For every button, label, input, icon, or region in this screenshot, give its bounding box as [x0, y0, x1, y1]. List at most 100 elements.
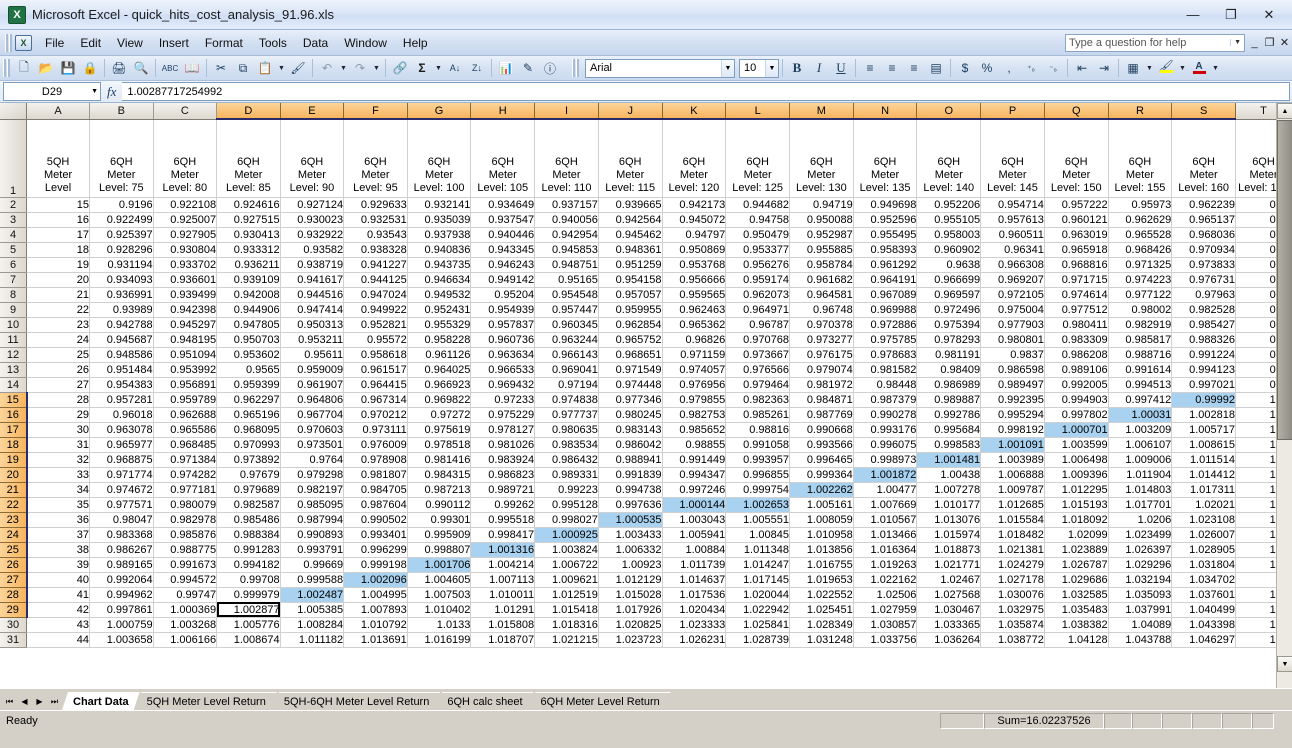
data-cell[interactable]: 1.003989 [980, 452, 1045, 468]
chevron-down-icon[interactable]: ▼ [721, 59, 734, 77]
column-header-p[interactable]: P [980, 103, 1045, 120]
last-sheet-button[interactable]: ⏭ [47, 693, 62, 710]
data-cell[interactable]: 1.000759 [89, 617, 154, 633]
data-cell[interactable]: 1.028905 [1171, 542, 1237, 558]
spreadsheet-grid[interactable]: A B C D E F G H I J K L M N O P Q R S T 1 5QH Meter Level 6QH Met… [0, 103, 1292, 688]
data-cell[interactable]: 0.948751 [534, 257, 599, 273]
insert-hyperlink-icon[interactable]: 🔗 [389, 58, 411, 79]
percent-style-button[interactable]: % [976, 58, 998, 79]
data-cell[interactable]: 0.982978 [153, 512, 218, 528]
data-cell[interactable]: 0.962688 [153, 407, 218, 423]
data-cell[interactable]: 0.973667 [725, 347, 790, 363]
data-cell[interactable]: 0.964415 [343, 377, 408, 393]
decrease-decimal-button[interactable]: ⁻₀ [1042, 58, 1064, 79]
data-cell[interactable]: 1.003268 [153, 617, 218, 633]
data-cell[interactable]: 0.944125 [343, 272, 408, 288]
data-cell[interactable]: 0.969822 [407, 392, 472, 408]
data-cell[interactable]: 0.977903 [980, 317, 1045, 333]
data-cell[interactable]: 0.982363 [725, 392, 790, 408]
data-cell[interactable]: 0.960736 [470, 332, 536, 348]
data-cell[interactable]: 1.01291 [470, 602, 536, 618]
data-cell[interactable]: 30 [26, 422, 91, 438]
row-header-30[interactable]: 30 [0, 617, 28, 633]
menu-window[interactable]: Window [336, 33, 395, 53]
data-cell[interactable]: 0.946243 [470, 257, 536, 273]
data-cell[interactable]: 0.982587 [216, 497, 281, 513]
data-cell[interactable]: 0.987604 [343, 497, 408, 513]
paste-icon[interactable]: 📋 [254, 58, 276, 79]
menu-format[interactable]: Format [197, 33, 251, 53]
data-cell[interactable]: 0.991283 [216, 542, 281, 558]
row-header-9[interactable]: 9 [0, 302, 28, 318]
data-cell[interactable]: 0.966923 [407, 377, 472, 393]
row-header-20[interactable]: 20 [0, 467, 28, 483]
row-header-26[interactable]: 26 [0, 557, 28, 573]
data-cell[interactable]: 1.030076 [980, 587, 1045, 603]
data-cell[interactable]: 1.026231 [662, 632, 727, 648]
data-cell[interactable]: 1.015808 [470, 617, 536, 633]
insert-function-icon[interactable]: fx [101, 84, 122, 100]
data-cell[interactable]: 1.00923 [598, 557, 663, 573]
data-cell[interactable]: 1.011348 [725, 542, 790, 558]
data-cell[interactable]: 0.987213 [407, 482, 472, 498]
data-cell[interactable]: 1.002487 [280, 587, 345, 603]
data-cell[interactable]: 0.944906 [216, 302, 281, 318]
data-cell[interactable]: 1.003433 [598, 527, 663, 543]
data-cell[interactable]: 1.000925 [534, 527, 599, 543]
data-cell[interactable]: 1.015028 [598, 587, 663, 603]
data-cell[interactable]: 1.019263 [853, 557, 918, 573]
bold-button[interactable]: B [786, 58, 808, 79]
data-cell[interactable]: 0.995294 [980, 407, 1045, 423]
drawing-icon[interactable]: ✎ [517, 58, 539, 79]
row-header-7[interactable]: 7 [0, 272, 28, 288]
data-cell[interactable]: 0.936211 [216, 257, 281, 273]
row-header-1[interactable]: 1 [0, 119, 28, 198]
redo-icon[interactable]: ↷ [349, 58, 371, 79]
data-cell[interactable]: 1.015974 [916, 527, 982, 543]
data-cell[interactable]: 0.968036 [1171, 227, 1237, 243]
data-cell[interactable]: 0.995684 [916, 422, 982, 438]
data-cell[interactable]: 0.932141 [407, 197, 472, 213]
data-cell[interactable]: 40 [26, 572, 91, 588]
data-cell[interactable]: 0.989106 [1044, 362, 1109, 378]
header-cell[interactable]: 6QH Meter Level: 150 [1044, 119, 1109, 198]
data-cell[interactable]: 0.979689 [216, 482, 281, 498]
permission-icon[interactable]: 🔒 [79, 58, 101, 79]
data-cell[interactable]: 0.969432 [470, 377, 536, 393]
header-cell[interactable]: 6QH Meter Level: 85 [216, 119, 281, 198]
data-cell[interactable]: 0.960345 [534, 317, 599, 333]
data-cell[interactable]: 38 [26, 542, 91, 558]
data-cell[interactable]: 0.963244 [534, 332, 599, 348]
increase-decimal-button[interactable]: ⁺₀ [1020, 58, 1042, 79]
data-cell[interactable]: 1.004605 [407, 572, 472, 588]
data-cell[interactable]: 1.033365 [916, 617, 982, 633]
data-cell[interactable]: 0.983534 [534, 437, 599, 453]
data-cell[interactable]: 0.94758 [725, 212, 790, 228]
column-header-o[interactable]: O [916, 103, 982, 120]
data-cell[interactable]: 1.003599 [1044, 437, 1109, 453]
data-cell[interactable]: 1.006332 [598, 542, 663, 558]
data-cell[interactable]: 0.977512 [1044, 302, 1109, 318]
data-cell[interactable]: 0.947805 [216, 317, 281, 333]
data-cell[interactable]: 0.962297 [216, 392, 281, 408]
data-cell[interactable]: 0.965918 [1044, 242, 1109, 258]
data-cell[interactable]: 0.954714 [980, 197, 1045, 213]
data-cell[interactable]: 0.959789 [153, 392, 218, 408]
data-cell[interactable]: 0.968485 [153, 437, 218, 453]
data-cell[interactable]: 0.994572 [153, 572, 218, 588]
data-cell[interactable]: 0.982919 [1108, 317, 1173, 333]
data-cell[interactable]: 0.940056 [534, 212, 599, 228]
data-cell[interactable]: 0.960121 [1044, 212, 1109, 228]
data-cell[interactable]: 0.927905 [153, 227, 218, 243]
data-cell[interactable]: 1.013466 [853, 527, 918, 543]
data-cell[interactable]: 1.018092 [1044, 512, 1109, 528]
data-cell[interactable]: 0.956891 [153, 377, 218, 393]
data-cell[interactable]: 0.979464 [725, 377, 790, 393]
row-header-13[interactable]: 13 [0, 362, 28, 378]
data-cell[interactable]: 19 [26, 257, 91, 273]
data-cell[interactable]: 1.008674 [216, 632, 281, 648]
data-cell[interactable]: 1.005551 [725, 512, 790, 528]
data-cell[interactable]: 1.034702 [1171, 572, 1237, 588]
data-cell[interactable]: 0.985876 [153, 527, 218, 543]
data-cell[interactable]: 1.021771 [916, 557, 982, 573]
